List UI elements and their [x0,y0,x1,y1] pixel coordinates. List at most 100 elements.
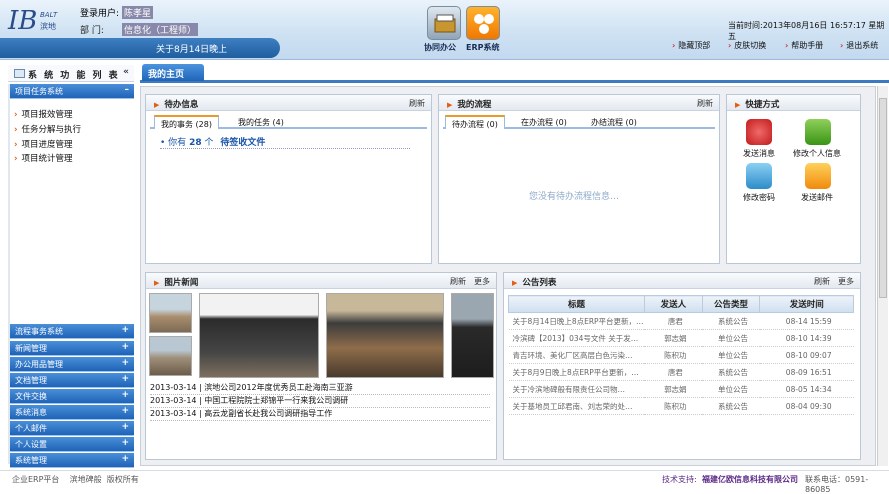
tab-my-tasks[interactable]: 我的任务 (4) [232,115,290,129]
photo-news-title: 图片新闻 [154,276,198,288]
login-user-name: 陈孝星 [122,6,154,19]
sidebar-item-project-report[interactable]: 项目报效管理 [14,108,73,120]
svg-text:IB: IB [7,6,37,35]
shortcut-send-message[interactable]: 发送消息 [729,148,789,159]
flow-title: 我的流程 [447,98,491,110]
notice-sender: 陈积功 [644,346,703,364]
shortcut-send-mail[interactable]: 发送邮件 [787,192,847,203]
sidebar-category-flow[interactable]: 流程事务系统 + [10,324,134,339]
photo-news-header: 图片新闻 刷新 更多 [146,273,496,289]
tab-home[interactable]: 我的主页 [142,64,204,81]
table-row[interactable]: 青吉环境、美化厂区高层白色污染… 陈积功 单位公告 08-10 09:07 [508,346,854,364]
help-manual-link[interactable]: 帮助手册 [785,40,823,51]
news-photo-meeting[interactable] [326,293,444,378]
edit-profile-icon[interactable] [805,119,831,145]
todo-tabs: 我的事务 (28) 我的任务 (4) [150,115,427,129]
sidebar-item-task-breakdown[interactable]: 任务分解与执行 [14,123,82,135]
shortcut-change-password[interactable]: 修改密码 [729,192,789,203]
notice-title[interactable]: 青吉环境、美化厂区高层白色污染… [508,346,645,364]
sidebar-category-active[interactable]: 项目任务系统 – [10,84,134,99]
todo-message[interactable]: • 你有 28 个 待签收文件 [160,135,410,149]
tab-pending-flow[interactable]: 待办流程 (0) [445,115,505,129]
todo-refresh-link[interactable]: 刷新 [409,98,425,109]
sidebar-item-progress[interactable]: 项目进度管理 [14,138,73,150]
sidebar-category-mail[interactable]: 个人邮件 + [10,421,134,436]
hide-top-link[interactable]: 隐藏顶部 [672,40,710,51]
notice-title[interactable]: 关于8月9日晚上8点ERP平台更新，… [508,363,645,381]
erp-app-label[interactable]: ERP系统 [466,42,500,53]
news-item[interactable]: 2013-03-14 | 滨地公司2012年度优秀员工赴海南三亚游 [150,382,490,395]
pending-docs-link[interactable]: 待签收文件 [220,138,265,148]
photo-news-more-link[interactable]: 更多 [474,276,490,287]
notices-more-link[interactable]: 更多 [838,276,854,287]
department-name: 信息化（工程师） [122,23,199,36]
notice-marquee-band: 关于8月14日晚上 [0,38,280,58]
sidebar-category-messages[interactable]: 系统消息 + [10,405,134,420]
notice-time: 08-10 09:07 [759,346,854,364]
notice-type: 单位公告 [702,380,760,398]
collapse-sidebar-icon[interactable]: « [123,67,129,77]
notice-title[interactable]: 关于8月14日晚上8点ERP平台更新，… [508,312,645,330]
footer-support-label: 技术支持: [662,475,697,484]
notice-title[interactable]: 关于冷滨地碑般有限责任公司物… [508,380,645,398]
tab-in-progress-flow[interactable]: 在办流程 (0) [515,115,573,129]
footer-support-company[interactable]: 福建亿欧信息科技有限公司 [702,474,798,485]
flow-refresh-link[interactable]: 刷新 [697,98,713,109]
notice-sender: 郭志娟 [644,380,703,398]
sidebar-item-statistics[interactable]: 项目统计管理 [14,152,73,164]
sidebar-category-file-exchange[interactable]: 文件交换 + [10,389,134,404]
table-row[interactable]: 关于8月14日晚上8点ERP平台更新，… 唐君 系统公告 08-14 15:59 [508,312,854,330]
sidebar-category-supplies[interactable]: 办公用品管理 + [10,357,134,372]
notice-type: 系统公告 [702,397,760,415]
photo-news-panel: 图片新闻 刷新 更多 [145,272,497,460]
marquee-text[interactable]: 关于8月14日晚上 [156,42,227,55]
news-photo-main[interactable] [199,293,319,378]
oa-app-icon[interactable] [427,6,461,40]
oa-app-label[interactable]: 协同办公 [424,42,456,53]
notices-header-row: 标题 发送人 公告类型 发送时间 [508,295,854,313]
table-row[interactable]: 冷滨碑【2013】034号文件 关于发… 郭志娟 单位公告 08-10 14:39 [508,329,854,347]
notice-title[interactable]: 冷滨碑【2013】034号文件 关于发… [508,329,645,347]
table-row[interactable]: 关于冷滨地碑般有限责任公司物… 郭志娟 单位公告 08-05 14:34 [508,380,854,398]
logout-link[interactable]: 退出系统 [840,40,878,51]
table-row[interactable]: 关于基地员工邱君南、刘志荣的处… 陈积功 系统公告 08-04 09:30 [508,397,854,415]
svg-text:滨地: 滨地 [40,21,56,31]
table-row[interactable]: 关于8月9日晚上8点ERP平台更新，… 唐君 系统公告 08-09 16:51 [508,363,854,381]
scrollbar-thumb[interactable] [879,98,887,298]
tab-finished-flow[interactable]: 办结流程 (0) [585,115,643,129]
send-mail-icon[interactable] [805,163,831,189]
notices-refresh-link[interactable]: 刷新 [814,276,830,287]
plus-icon: + [121,325,129,335]
news-photo-thumb[interactable] [149,336,192,376]
sidebar-category-docs[interactable]: 文档管理 + [10,373,134,388]
change-password-icon[interactable] [746,163,772,189]
plus-icon: + [121,438,129,448]
news-photo-thumb[interactable] [149,293,192,333]
notice-title[interactable]: 关于基地员工邱君南、刘志荣的处… [508,397,645,415]
news-photo-thumb[interactable] [451,293,494,378]
vertical-scrollbar[interactable] [877,86,888,466]
plus-icon: + [121,374,129,384]
svg-text:BALT: BALT [40,11,58,19]
footer-copyright: 企业ERP平台 滨地碑般 版权所有 [12,475,139,484]
sidebar-category-settings[interactable]: 个人设置 + [10,437,134,452]
tab-bar [140,63,889,83]
plus-icon: + [121,342,129,352]
sidebar-category-news[interactable]: 新闻管理 + [10,341,134,356]
news-item[interactable]: 2013-03-14 | 中国工程院院士郑锦平一行来我公司调研 [150,395,490,408]
notice-sender: 郭志娟 [644,329,703,347]
shortcut-edit-profile[interactable]: 修改个人信息 [787,148,847,159]
tab-my-affairs[interactable]: 我的事务 (28) [154,115,219,129]
news-item[interactable]: 2013-03-14 | 高云龙副省长赴我公司调研指导工作 [150,408,490,421]
sidebar-category-admin[interactable]: 系统管理 + [10,453,134,468]
company-logo: IB BALT 滨地 [6,3,70,36]
erp-app-icon[interactable] [466,6,500,40]
notice-sender: 陈积功 [644,397,703,415]
skin-switch-link[interactable]: 皮肤切换 [728,40,766,51]
photo-news-refresh-link[interactable]: 刷新 [450,276,466,287]
shortcuts-panel: 快捷方式 发送消息 修改个人信息 修改密码 发送邮件 [726,94,861,264]
list-icon [14,69,25,78]
notice-type: 系统公告 [702,312,760,330]
footer-phone: 联系电话：0591-86085 [805,475,869,494]
send-message-icon[interactable] [746,119,772,145]
